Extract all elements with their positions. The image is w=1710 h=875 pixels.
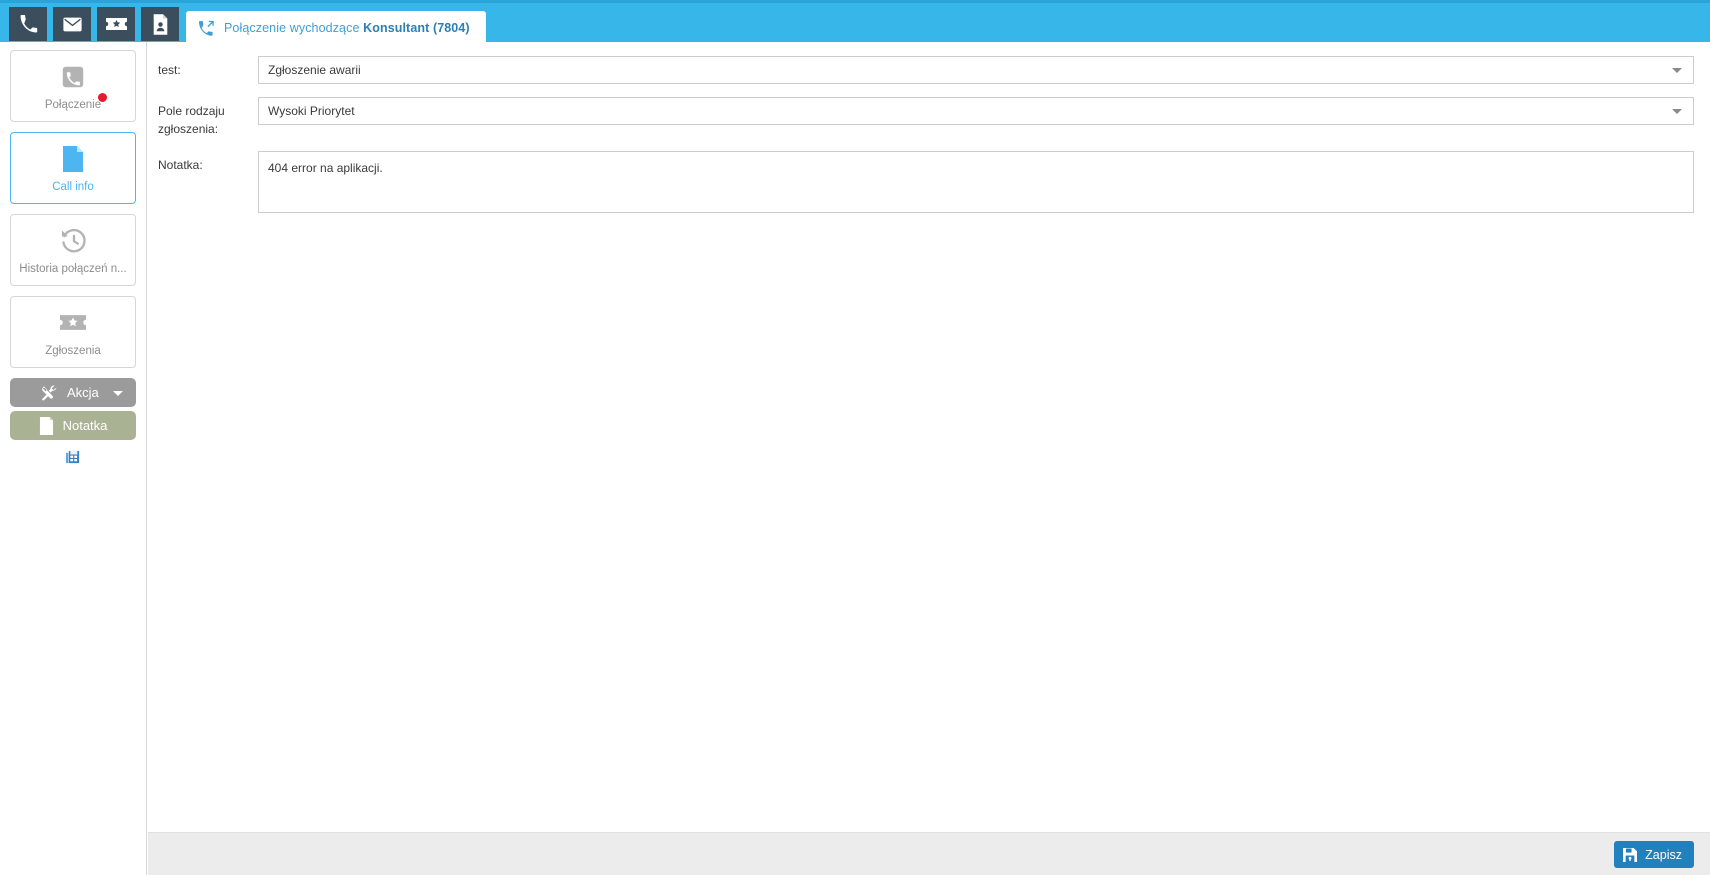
ticket-star-icon-button[interactable] <box>97 7 135 41</box>
field-label: Notatka: <box>158 158 203 172</box>
envelope-icon-button[interactable] <box>53 7 91 41</box>
top-bar-icon-group <box>9 7 179 41</box>
notatka-label: Notatka <box>62 418 108 433</box>
notatka-button[interactable]: Notatka <box>10 411 136 440</box>
sidebar: Połączenie Call info Historia połączeń n… <box>0 42 147 875</box>
outgoing-call-icon <box>198 20 215 37</box>
tools-icon <box>40 384 58 402</box>
chevron-down-icon <box>113 390 123 396</box>
document-person-icon-button[interactable] <box>141 7 179 41</box>
field-wrapper: Wysoki Priorytet <box>258 97 1694 125</box>
field-label: test: <box>158 63 181 77</box>
content-panel: test: Zgłoszenie awarii Pole rodzaju zgł… <box>148 42 1710 875</box>
save-button-label: Zapisz <box>1645 847 1682 862</box>
envelope-icon <box>62 14 83 35</box>
pole-rodzaju-zgloszenia-value: Wysoki Priorytet <box>268 104 355 118</box>
top-bar: Połączenie wychodzące Konsultant (7804) <box>0 0 1710 45</box>
fax-report-icon[interactable] <box>65 450 81 470</box>
akcja-label: Akcja <box>67 385 99 400</box>
sidebar-item-label: Połączenie <box>44 98 102 111</box>
phone-handset-icon <box>60 62 86 92</box>
ticket-star-icon <box>105 16 127 32</box>
akcja-dropdown-button[interactable]: Akcja <box>10 378 136 407</box>
tab-label: Połączenie wychodzące Konsultant (7804) <box>224 21 470 35</box>
form-row-test: test: Zgłoszenie awarii <box>158 56 1694 84</box>
call-info-form: test: Zgłoszenie awarii Pole rodzaju zgł… <box>148 42 1710 226</box>
field-label: Pole rodzaju zgłoszenia: <box>158 104 225 136</box>
pole-rodzaju-zgloszenia-select[interactable]: Wysoki Priorytet <box>258 97 1694 125</box>
note-page-icon <box>39 416 54 435</box>
phone-icon-button[interactable] <box>9 7 47 41</box>
sidebar-item-label: Historia połączeń n... <box>19 262 127 275</box>
form-row-notatka: Notatka: 404 error na aplikacji. <box>158 151 1694 213</box>
test-select[interactable]: Zgłoszenie awarii <box>258 56 1694 84</box>
field-wrapper: 404 error na aplikacji. <box>258 151 1694 213</box>
tab-call-outgoing[interactable]: Połączenie wychodzące Konsultant (7804) <box>186 11 486 45</box>
document-person-icon <box>152 13 169 35</box>
save-floppy-icon <box>1623 847 1638 862</box>
document-page-icon <box>62 144 84 174</box>
mini-icon-row <box>0 450 146 470</box>
phone-icon <box>19 14 38 34</box>
sidebar-item-historia-polaczen[interactable]: Historia połączeń n... <box>10 214 136 286</box>
form-row-pole-rodzaju-zgloszenia: Pole rodzaju zgłoszenia: Wysoki Prioryte… <box>158 97 1694 138</box>
ticket-star-icon <box>60 308 86 338</box>
field-wrapper: Zgłoszenie awarii <box>258 56 1694 84</box>
form-footer: Zapisz <box>148 832 1710 875</box>
sidebar-item-polaczenie[interactable]: Połączenie <box>10 50 136 122</box>
sidebar-item-label: Call info <box>52 180 94 193</box>
sidebar-item-label: Zgłoszenia <box>45 344 101 357</box>
notatka-textarea[interactable]: 404 error na aplikacji. <box>258 151 1694 213</box>
save-button[interactable]: Zapisz <box>1614 841 1694 868</box>
history-clock-icon <box>60 226 87 256</box>
sidebar-item-call-info[interactable]: Call info <box>10 132 136 204</box>
application-window: Połączenie wychodzące Konsultant (7804) … <box>0 0 1710 875</box>
status-badge <box>98 93 107 102</box>
test-select-value: Zgłoszenie awarii <box>268 63 361 77</box>
sidebar-item-zgloszenia[interactable]: Zgłoszenia <box>10 296 136 368</box>
